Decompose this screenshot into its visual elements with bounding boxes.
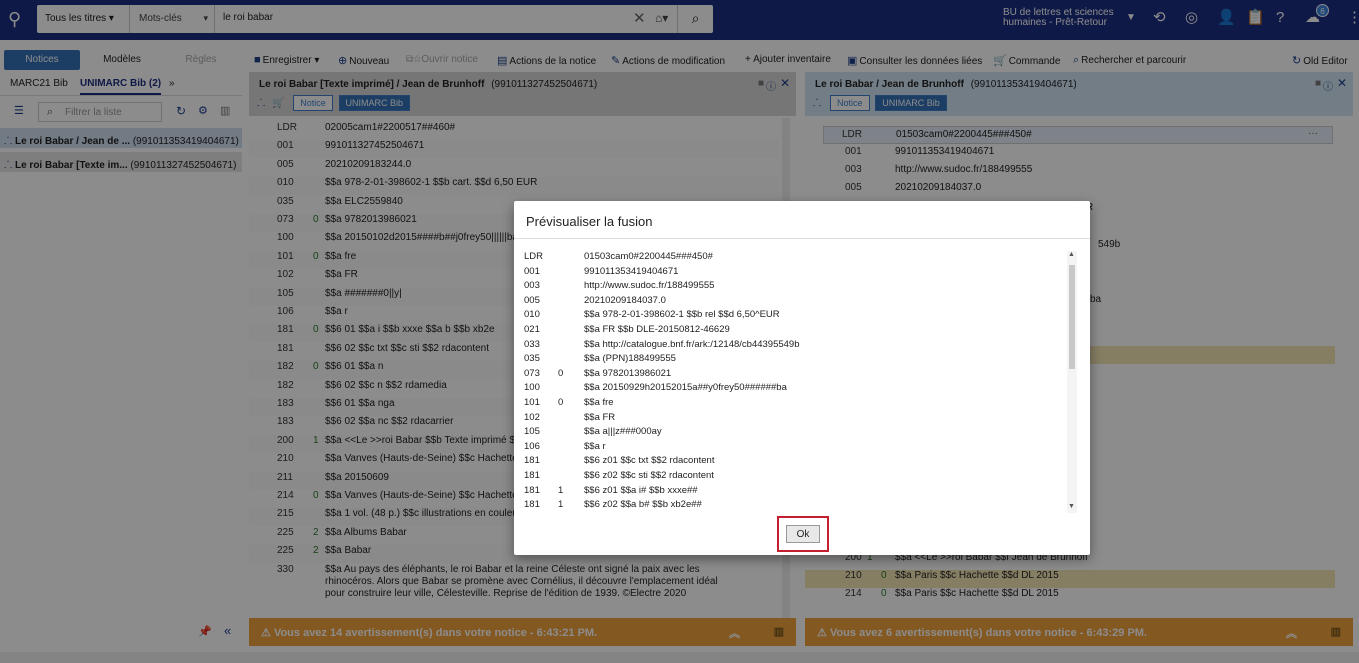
scroll-down-icon[interactable]: ▼ [1068,503,1075,510]
scroll-up-icon[interactable]: ▲ [1068,251,1075,258]
field-value: $$a fre [584,397,614,408]
field-tag: 181 [524,470,540,481]
field-tag: 021 [524,324,540,335]
field-value: $$6 z01 $$c txt $$2 rdacontent [584,455,715,467]
field-indicator: 0 [558,397,564,408]
field-indicator: 1 [558,484,564,496]
field-tag: 005 [524,294,540,306]
scroll-thumb[interactable] [1069,265,1075,369]
field-value: $$6 z01 $$a i# $$b xxxe## [584,484,698,496]
divider [514,238,1090,239]
field-tag: 001 [524,265,540,277]
field-tag: LDR [524,251,544,262]
field-tag: 181 [524,499,540,511]
field-tag: 101 [524,397,540,408]
ok-highlight-frame: Ok [777,516,829,552]
field-value: $$a a|||z###000ay [584,426,662,438]
scrollbar[interactable]: ▲ ▼ [1067,251,1077,513]
merge-preview-content: LDR 01503cam0#2200445###450# 001 9910113534… [524,251,1080,513]
field-value: http://www.sudoc.fr/188499555 [584,280,715,292]
field-value: $$a http://catalogue.bnf.fr/ark:/12148/c… [584,338,800,350]
field-value: $$a FR $$b DLE-20150812-46629 [584,324,730,335]
ok-button[interactable]: Ok [786,525,820,543]
field-tag: 033 [524,338,540,350]
field-value: $$a 978-2-01-398602-1 $$b rel $$d 6,50^E… [584,309,780,321]
field-indicator: 0 [558,367,564,379]
field-value: $$6 z02 $$c sti $$2 rdacontent [584,470,714,481]
field-tag: 105 [524,426,540,438]
field-tag: 035 [524,353,540,365]
field-value: $$a FR [584,411,616,423]
merge-preview-dialog: Prévisualiser la fusion LDR 01503cam0#220… [514,201,1090,555]
field-tag: 073 [524,367,540,379]
field-tag: 100 [524,382,540,394]
field-value: $$a 9782013986021 [584,367,672,379]
field-tag: 106 [524,440,540,452]
field-value: $$a 20150929h20152015a##y0frey50######ba [584,382,787,394]
field-indicator: 1 [558,499,564,511]
field-value: $$a r [584,440,606,452]
field-value: $$a (PPN)188499555 [584,353,676,365]
dialog-title: Prévisualiser la fusion [526,214,653,229]
field-value: $$6 z02 $$a b# $$b xb2e## [584,499,702,511]
field-value: 20210209184037.0 [584,294,666,306]
field-tag: 102 [524,411,540,423]
field-value: 01503cam0#2200445###450# [584,251,713,262]
field-tag: 181 [524,455,540,467]
field-value: 991011353419404671 [584,265,679,277]
field-tag: 181 [524,484,540,496]
field-tag: 003 [524,280,540,292]
field-tag: 010 [524,309,540,321]
